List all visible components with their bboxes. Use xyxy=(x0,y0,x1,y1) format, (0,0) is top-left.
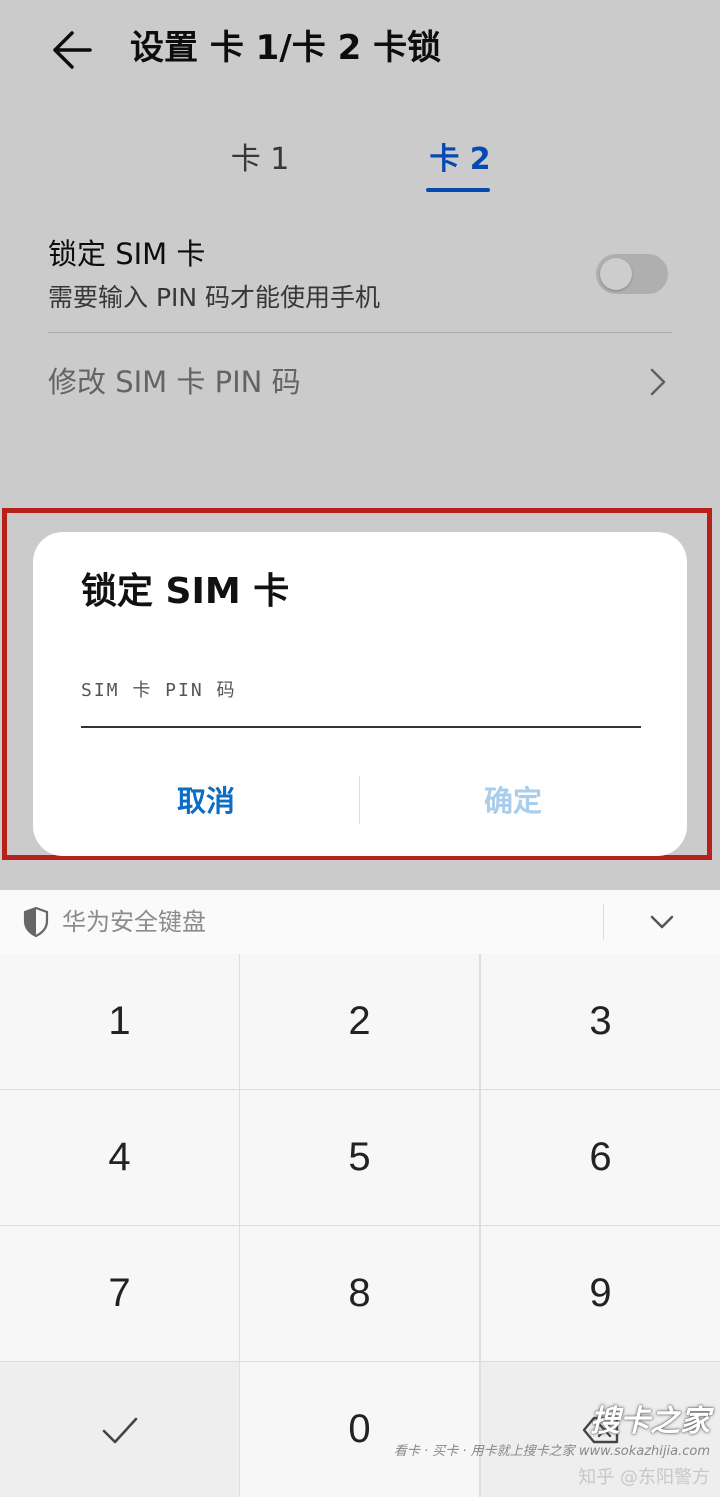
tab-card-1[interactable]: 卡 1 xyxy=(210,130,310,190)
keyboard-header: 华为安全键盘 xyxy=(0,890,720,954)
pin-input[interactable] xyxy=(81,668,641,728)
check-icon xyxy=(102,1417,137,1443)
change-pin-row[interactable]: 修改 SIM 卡 PIN 码 xyxy=(48,352,672,412)
key-1[interactable]: 1 xyxy=(0,954,239,1089)
tab-indicator xyxy=(426,188,490,192)
key-9[interactable]: 9 xyxy=(481,1226,720,1361)
lock-sim-subtitle: 需要输入 PIN 码才能使用手机 xyxy=(48,283,381,312)
key-7[interactable]: 7 xyxy=(0,1226,239,1361)
keyboard-header-divider xyxy=(603,904,604,940)
lock-sim-toggle[interactable] xyxy=(596,254,668,294)
lock-sim-title: 锁定 SIM 卡 xyxy=(48,237,206,271)
key-5[interactable]: 5 xyxy=(240,1090,479,1225)
lock-sim-row[interactable]: 锁定 SIM 卡 需要输入 PIN 码才能使用手机 xyxy=(48,228,672,332)
numeric-keypad: 1 2 3 4 5 6 7 8 9 0 xyxy=(0,954,720,1497)
chevron-right-icon xyxy=(650,368,666,396)
backspace-icon xyxy=(582,1416,618,1443)
sim-tabs: 卡 1 卡 2 xyxy=(0,130,720,200)
keyboard-title: 华为安全键盘 xyxy=(62,908,206,936)
key-6[interactable]: 6 xyxy=(481,1090,720,1225)
key-0[interactable]: 0 xyxy=(240,1362,479,1497)
back-button[interactable] xyxy=(46,26,98,74)
divider xyxy=(48,332,672,333)
arrow-left-icon xyxy=(53,31,92,69)
dialog-title: 锁定 SIM 卡 xyxy=(81,571,290,612)
key-3[interactable]: 3 xyxy=(481,954,720,1089)
lock-sim-dialog: 锁定 SIM 卡 取消 确定 xyxy=(33,532,687,856)
change-pin-label: 修改 SIM 卡 PIN 码 xyxy=(48,365,301,399)
shield-icon xyxy=(23,906,49,938)
toggle-knob xyxy=(600,258,632,290)
tab-card-2[interactable]: 卡 2 xyxy=(410,130,510,190)
cancel-button[interactable]: 取消 xyxy=(53,772,359,828)
key-8[interactable]: 8 xyxy=(240,1226,479,1361)
page-title: 设置 卡 1/卡 2 卡锁 xyxy=(130,28,442,68)
done-key[interactable] xyxy=(0,1362,239,1497)
key-2[interactable]: 2 xyxy=(240,954,479,1089)
chevron-down-icon[interactable] xyxy=(644,908,680,936)
top-bar: 设置 卡 1/卡 2 卡锁 xyxy=(0,0,720,100)
key-4[interactable]: 4 xyxy=(0,1090,239,1225)
confirm-button[interactable]: 确定 xyxy=(360,772,666,828)
delete-key[interactable] xyxy=(481,1362,720,1497)
